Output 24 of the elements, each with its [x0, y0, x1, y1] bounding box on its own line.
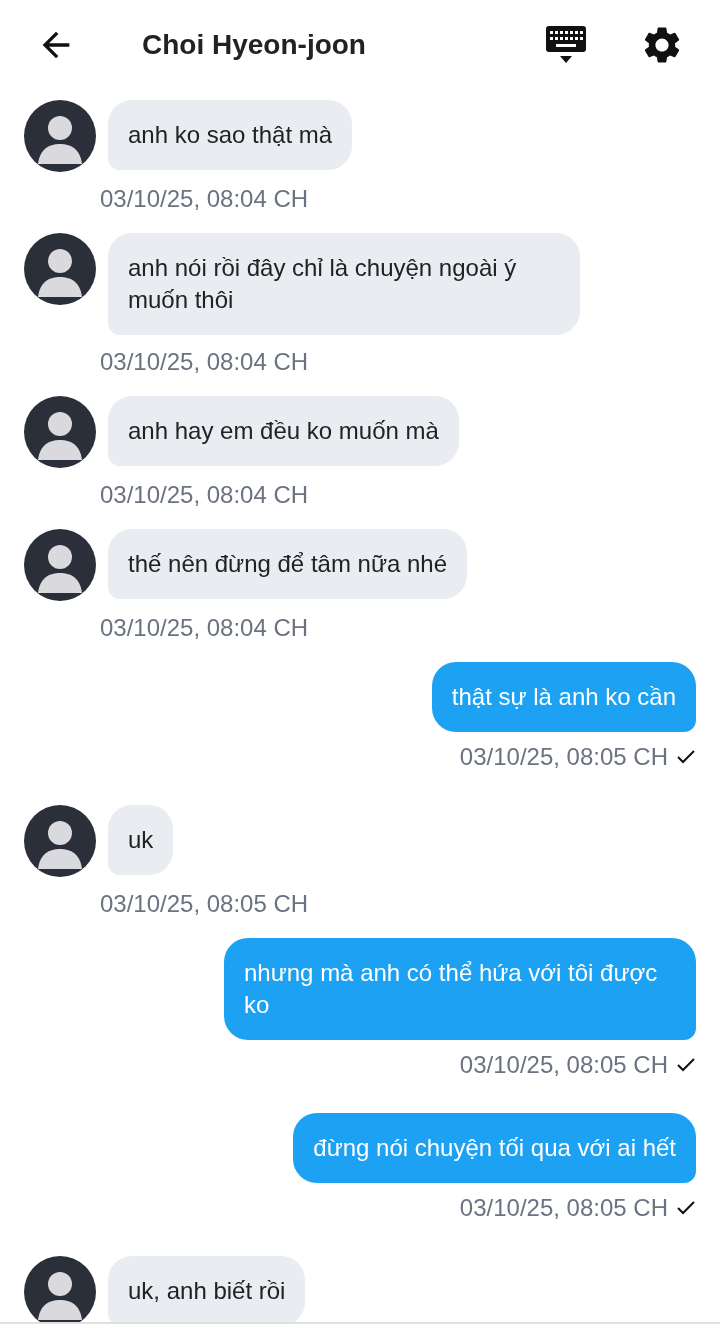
avatar [24, 805, 96, 877]
message-bubble: thật sự là anh ko cần [431, 662, 696, 732]
keyboard-icon[interactable] [546, 25, 586, 65]
timestamp: 03/10/25, 08:05 CH [459, 742, 668, 772]
avatar [24, 529, 96, 601]
message-bubble: nhưng mà anh có thể hứa với tôi được ko [224, 938, 696, 1040]
timestamp: 03/10/25, 08:04 CH [100, 613, 310, 643]
timestamp: 03/10/25, 08:04 CH [100, 347, 310, 377]
timestamp: 03/10/25, 08:04 CH [100, 480, 310, 510]
chat-title: Choi Hyeon-joon [142, 28, 366, 62]
timestamp: 03/10/25, 08:04 CH [100, 184, 310, 214]
message-bubble: uk, anh biết rồi [108, 1256, 306, 1322]
avatar [24, 396, 96, 468]
timestamp: 03/10/25, 08:05 CH [100, 889, 310, 919]
message-bubble: uk [108, 805, 174, 875]
avatar [24, 100, 96, 172]
message-bubble: thế nên đừng để tâm nữa nhé [108, 529, 468, 599]
message-bubble: anh ko sao thật mà [108, 100, 353, 170]
message-bubble: đừng nói chuyện tối qua với ai hết [293, 1113, 696, 1183]
timestamp: 03/10/25, 08:05 CH [459, 1050, 668, 1080]
message-bubble: anh nói rồi đây chỉ là chuyện ngoài ý muốn thôi [108, 233, 580, 335]
message-bubble: anh hay em đều ko muốn mà [108, 396, 459, 466]
timestamp: 03/10/25, 08:05 CH [459, 1193, 668, 1223]
avatar [24, 233, 96, 305]
